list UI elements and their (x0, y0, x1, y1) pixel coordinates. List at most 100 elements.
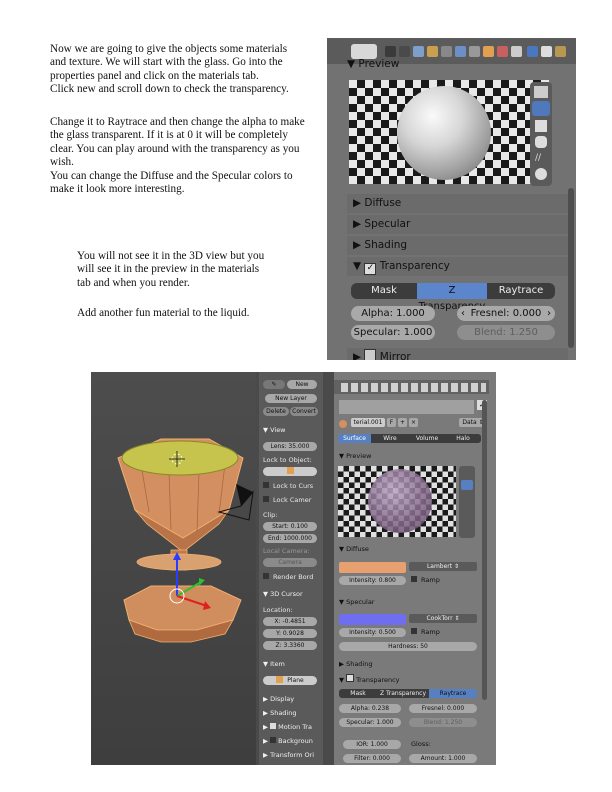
transparency-checkbox[interactable]: ✓ (364, 263, 377, 275)
shading-panel-header[interactable]: ▶ Shading (339, 660, 372, 669)
preview-sky-button[interactable] (535, 168, 547, 180)
editor-type-icon[interactable] (351, 44, 377, 59)
mask-mode-button[interactable]: Mask (339, 689, 377, 698)
modifiers-tab-icon[interactable] (455, 46, 466, 57)
cursor-x-field[interactable]: X: -0.4851 (263, 617, 317, 626)
3d-viewport[interactable] (91, 372, 256, 765)
fresnel-field[interactable]: Fresnel: 0.000 (409, 704, 477, 713)
preview-hair-button[interactable]: // (535, 152, 547, 164)
tab-volume[interactable]: Volume (409, 434, 445, 443)
clip-start-field[interactable]: Start: 0.100 (263, 522, 317, 531)
diffuse-shader-dropdown[interactable]: Lambert ⇕ (409, 562, 477, 571)
material-sphere-icon[interactable] (339, 420, 347, 428)
view-panel-header[interactable]: ▼ View (263, 426, 286, 435)
pencil-icon[interactable]: ✎ (263, 380, 285, 389)
hardness-field[interactable]: Hardness: 50 (339, 642, 477, 651)
particles-tab-icon[interactable] (527, 46, 538, 57)
transform-orientations-panel-header[interactable]: ▶ Transform Ori (263, 751, 314, 760)
gloss-amount-field[interactable]: Amount: 1.000 (409, 754, 477, 763)
cursor-y-field[interactable]: Y: 0.9028 (263, 629, 317, 638)
material-tab-icon[interactable] (483, 46, 494, 57)
preview-cube-button[interactable] (535, 120, 547, 132)
cursor-z-field[interactable]: Z: 3.3360 (263, 641, 317, 650)
filter-field[interactable]: Filter: 0.000 (343, 754, 401, 763)
preview-panel-header[interactable]: ▼ Preview (339, 452, 371, 461)
lock-to-cursor-checkbox[interactable]: Lock to Curs (263, 482, 313, 491)
camera-field[interactable]: Camera (263, 558, 317, 567)
scene-tab-icon[interactable] (399, 46, 410, 57)
specular-section-header[interactable]: ▶ Specular (347, 215, 568, 234)
object-tab-icon[interactable] (427, 46, 438, 57)
lock-camera-checkbox[interactable]: Lock Camer (263, 496, 311, 505)
increment-arrow-icon[interactable]: › (547, 306, 555, 321)
render-tab-icon[interactable] (385, 46, 396, 57)
add-material-icon[interactable]: + (398, 418, 407, 427)
raytrace-mode-button[interactable]: Raytrace (429, 689, 477, 698)
fresnel-field[interactable]: ‹ Fresnel: 0.000 › (457, 306, 555, 321)
preview-type-strip[interactable] (459, 466, 475, 538)
specular-intensity-field[interactable]: Intensity: 0.500 (339, 628, 406, 637)
preview-header[interactable]: ▼ Preview (347, 58, 568, 70)
checkbox-icon[interactable] (346, 674, 355, 682)
delete-button[interactable]: Delete (263, 407, 289, 416)
diffuse-panel-header[interactable]: ▼ Diffuse (339, 545, 369, 554)
extra-tab-icon[interactable] (555, 46, 566, 57)
tab-surface[interactable]: Surface (338, 434, 371, 443)
checkbox-icon[interactable] (270, 737, 277, 743)
shading-section-header[interactable]: ▶ Shading (347, 236, 568, 255)
scene-settings-icon[interactable] (541, 46, 552, 57)
mirror-section-header[interactable]: ▶ Mirror (347, 348, 568, 360)
specular-alpha-field[interactable]: Specular: 1.000 (339, 718, 401, 727)
preview-flat-button[interactable] (534, 86, 548, 98)
display-panel-header[interactable]: ▶ Display (263, 695, 294, 704)
transparency-section-header[interactable]: ▼ ✓ Transparency (347, 257, 568, 276)
decrement-arrow-icon[interactable]: ‹ (457, 306, 465, 321)
raytrace-mode-button[interactable]: Raytrace (487, 283, 555, 299)
ior-field[interactable]: IOR: 1.000 (343, 740, 401, 749)
specular-shader-dropdown[interactable]: CookTorr ⇕ (409, 614, 477, 623)
material-name-field[interactable]: terial.001 (351, 418, 385, 427)
item-panel-header[interactable]: ▼ Item (263, 660, 285, 669)
specular-ramp-checkbox[interactable]: Ramp (411, 628, 440, 637)
mirror-checkbox[interactable] (364, 349, 377, 360)
specular-color-swatch[interactable] (339, 614, 406, 625)
item-name-field[interactable]: Plane (263, 676, 317, 685)
diffuse-section-header[interactable]: ▶ Diffuse (347, 194, 568, 213)
mask-mode-button[interactable]: Mask (351, 283, 417, 299)
properties-tab-icons[interactable] (341, 383, 486, 392)
preview-sphere-button[interactable] (461, 480, 473, 490)
preview-sphere-button[interactable] (532, 101, 550, 116)
new-layer-button[interactable]: New Layer (265, 394, 317, 403)
background-images-panel-header[interactable]: ▶ Backgroun (263, 737, 313, 746)
motion-tracking-panel-header[interactable]: ▶ Motion Tra (263, 723, 312, 732)
z-transparency-mode-button[interactable]: Z Transparency (417, 283, 487, 312)
shading-panel-header[interactable]: ▶ Shading (263, 709, 296, 718)
render-border-checkbox[interactable]: Render Bord (263, 573, 313, 582)
transparency-panel-header[interactable]: ▼ Transparency (339, 674, 400, 685)
diffuse-ramp-checkbox[interactable]: Ramp (411, 576, 440, 585)
new-button[interactable]: New (287, 380, 317, 389)
diffuse-intensity-field[interactable]: Intensity: 0.800 (339, 576, 406, 585)
tab-wire[interactable]: Wire (371, 434, 409, 443)
panel-scrollbar[interactable] (568, 188, 574, 348)
clip-end-field[interactable]: End: 1000.000 (263, 534, 317, 543)
specular-field[interactable]: Specular: 1.000 (351, 325, 435, 340)
alpha-field[interactable]: Alpha: 0.238 (339, 704, 401, 713)
material-slot-list[interactable] (339, 400, 474, 414)
checkbox-icon[interactable] (270, 723, 277, 729)
diffuse-color-swatch[interactable] (339, 562, 406, 573)
physics-tab-icon[interactable] (511, 46, 522, 57)
remove-material-icon[interactable]: × (409, 418, 418, 427)
panel-scrollbar[interactable] (482, 400, 487, 700)
convert-button[interactable]: Convert (290, 407, 318, 416)
3d-cursor-panel-header[interactable]: ▼ 3D Cursor (263, 590, 303, 599)
world-tab-icon[interactable] (413, 46, 424, 57)
lens-field[interactable]: Lens: 35.000 (263, 442, 317, 451)
tab-halo[interactable]: Halo (445, 434, 481, 443)
preview-monkey-button[interactable] (535, 136, 547, 148)
alpha-field[interactable]: Alpha: 1.000 (351, 306, 435, 321)
constraints-tab-icon[interactable] (441, 46, 452, 57)
data-tab-icon[interactable] (469, 46, 480, 57)
lock-object-field[interactable] (263, 467, 317, 476)
texture-tab-icon[interactable] (497, 46, 508, 57)
